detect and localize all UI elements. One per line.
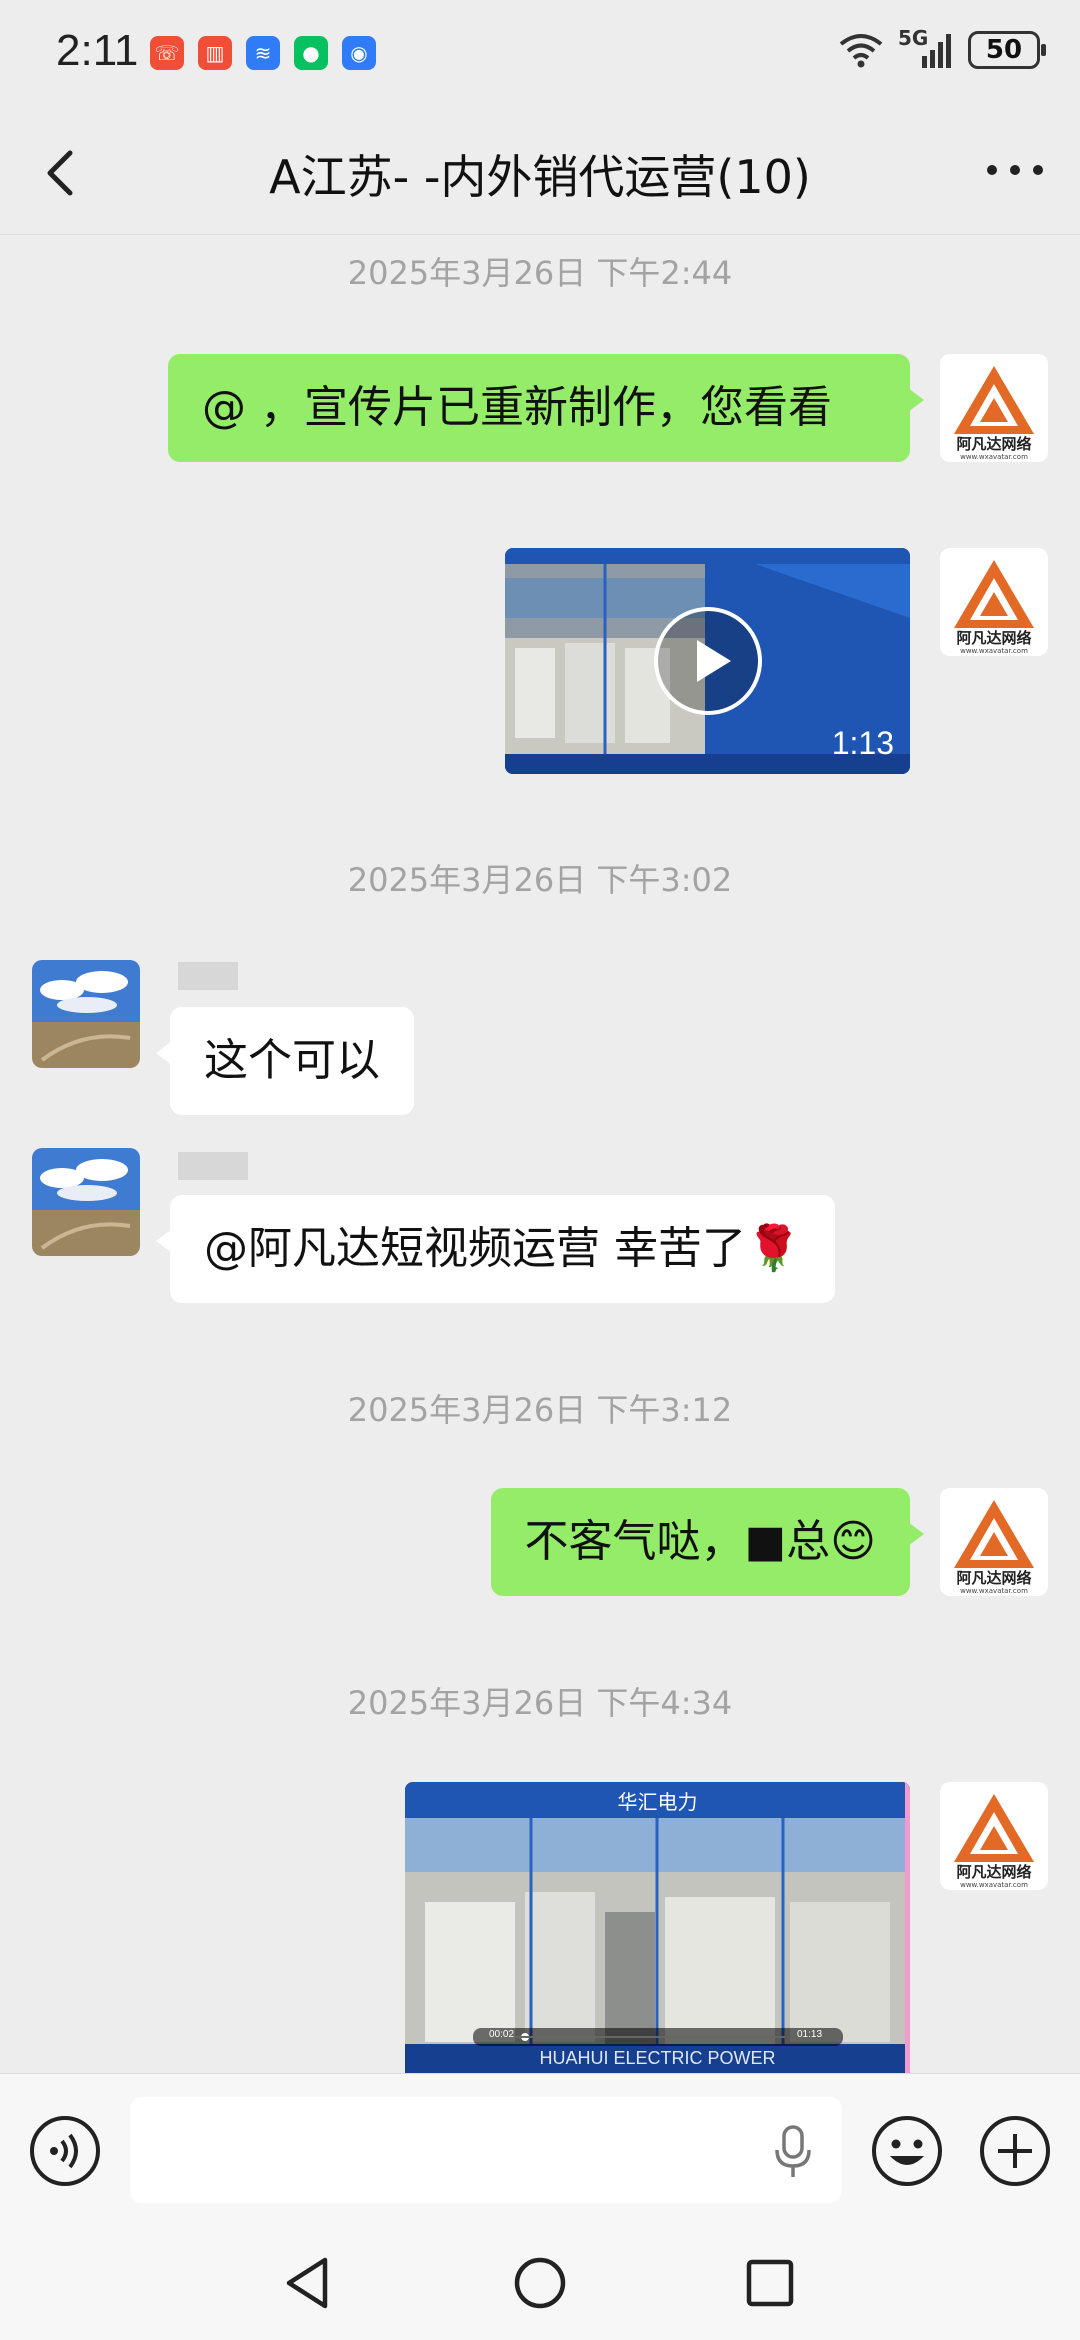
sender-name-redacted <box>178 1152 248 1180</box>
message-input-bar <box>0 2073 1080 2228</box>
incoming-message[interactable]: 这个可以 <box>156 1007 414 1115</box>
timestamp: 2025年3月26日 下午2:44 <box>347 254 733 292</box>
emoji-icon[interactable] <box>870 2114 944 2188</box>
avatar-logo-icon: 阿凡达网络 www.wxavatar.com <box>954 1500 1034 1595</box>
notification-icons: ☏ ▥ ≋ ● ◉ <box>150 36 376 70</box>
missed-call-icon: ☏ <box>150 36 184 70</box>
chat-title: A江苏‑ ‑内外销代运营(10) <box>269 150 811 204</box>
book-app-icon: ▥ <box>198 36 232 70</box>
video-caption: HUAHUI ELECTRIC POWER <box>539 2048 776 2068</box>
contact-avatar[interactable] <box>32 1148 140 1256</box>
status-right: 5G 50 <box>838 26 1046 70</box>
avatar-logo-text: 阿凡达网络 <box>956 629 1031 647</box>
video-current-time: 00:02 <box>489 2029 515 2040</box>
my-avatar[interactable]: 阿凡达网络 www.wxavatar.com <box>940 548 1048 656</box>
wifi-icon <box>839 34 883 68</box>
timestamp: 2025年3月26日 下午4:34 <box>347 1684 733 1722</box>
battery-indicator: 50 <box>968 31 1046 69</box>
sender-name-redacted <box>178 962 238 990</box>
microphone-icon[interactable] <box>770 2124 816 2180</box>
chat-header: A江苏‑ ‑内外销代运营(10) <box>0 105 1080 235</box>
video-title: 华汇电力 <box>617 1790 698 1814</box>
message-input[interactable] <box>130 2097 842 2203</box>
status-time: 2:11 <box>56 26 139 75</box>
nav-home-icon[interactable] <box>505 2248 575 2318</box>
play-icon[interactable] <box>653 606 763 716</box>
avatar-logo-icon: 阿凡达网络 www.wxavatar.com <box>954 1794 1034 1889</box>
video-thumbnail <box>405 1782 910 2073</box>
video-total-time: 01:13 <box>797 2029 823 2040</box>
avatar-logo-url: www.wxavatar.com <box>960 1587 1028 1595</box>
voice-mode-icon[interactable] <box>28 2114 102 2188</box>
voice-recorder-icon: ≋ <box>246 36 280 70</box>
my-avatar[interactable]: 阿凡达网络 www.wxavatar.com <box>940 1488 1048 1596</box>
outgoing-message[interactable]: 不客气哒，‌■总😊 <box>490 1488 925 1596</box>
my-avatar[interactable]: 阿凡达网络 www.wxavatar.com <box>940 1782 1048 1890</box>
video-duration: 1:13 <box>831 725 894 761</box>
outgoing-message[interactable]: @‌‌‌‌‌‌ ‌‌‌，宣传片已重新制作，您看看 <box>168 354 924 462</box>
wechat-icon: ● <box>294 36 328 70</box>
signal-icon: 5G <box>898 26 954 70</box>
system-navigation-bar <box>0 2228 1080 2340</box>
nav-recents-icon[interactable] <box>735 2248 805 2318</box>
avatar-logo-icon: 阿凡达网络 www.wxavatar.com <box>954 366 1034 461</box>
timestamp: 2025年3月26日 下午3:12 <box>347 1391 733 1429</box>
signal-bars-icon <box>922 34 951 68</box>
avatar-logo-text: 阿凡达网络 <box>956 1569 1031 1587</box>
landscape-avatar-icon <box>32 960 140 1068</box>
avatar-logo-url: www.wxavatar.com <box>960 647 1028 655</box>
incoming-message[interactable]: @阿凡达短视频运营 幸苦了🌹 <box>156 1195 835 1303</box>
my-avatar[interactable]: 阿凡达网络 www.wxavatar.com <box>940 354 1048 462</box>
timestamp: 2025年3月26日 下午3:02 <box>347 861 733 899</box>
avatar-logo-url: www.wxavatar.com <box>960 453 1028 461</box>
nav-back-icon[interactable] <box>275 2248 345 2318</box>
landscape-avatar-icon <box>32 1148 140 1256</box>
video-message[interactable]: 1:13 <box>505 548 910 774</box>
contact-avatar[interactable] <box>32 960 140 1068</box>
status-bar: 2:11 ☏ ▥ ≋ ● ◉ 5G 50 <box>0 0 1080 105</box>
avatar-logo-url: www.wxavatar.com <box>960 1881 1028 1889</box>
add-more-icon[interactable] <box>978 2114 1052 2188</box>
tips-bulb-icon: ◉ <box>342 36 376 70</box>
avatar-logo-text: 阿凡达网络 <box>956 435 1031 453</box>
more-options-icon[interactable] <box>980 145 1050 195</box>
video-message[interactable]: 华汇电力 00:02 01:13 HUAHUI ELECTRIC POWER <box>405 1782 910 2073</box>
avatar-logo-icon: 阿凡达网络 www.wxavatar.com <box>954 560 1034 655</box>
avatar-logo-text: 阿凡达网络 <box>956 1863 1031 1881</box>
